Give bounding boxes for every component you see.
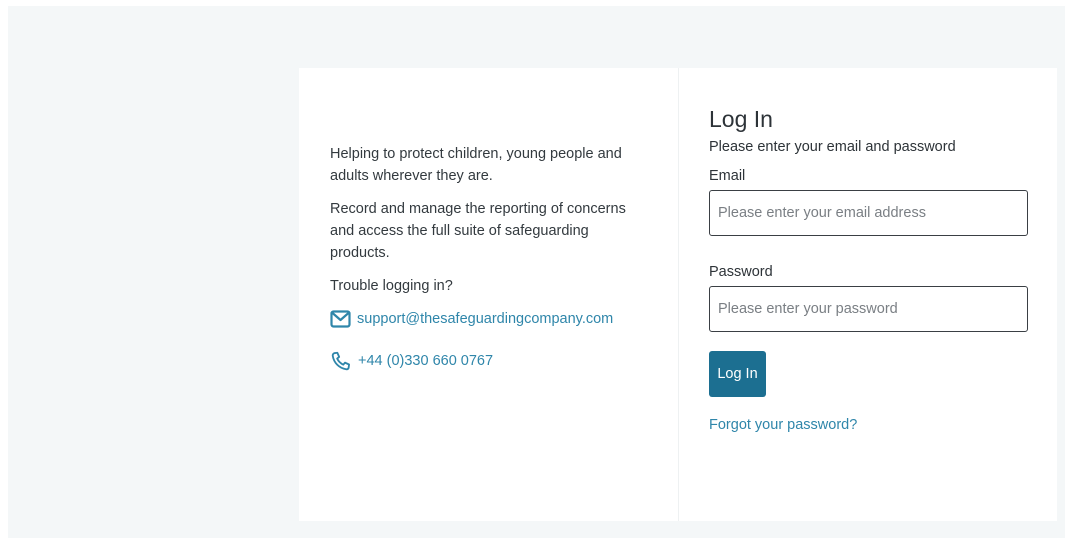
trouble-text: Trouble logging in? xyxy=(330,278,453,294)
login-subtitle: Please enter your email and password xyxy=(709,139,956,155)
email-field[interactable] xyxy=(709,190,1028,236)
support-email-text[interactable]: support@thesafeguardingcompany.com xyxy=(357,308,613,330)
description-text: Record and manage the reporting of conce… xyxy=(330,201,626,261)
password-label: Password xyxy=(709,264,773,280)
envelope-icon xyxy=(330,310,351,328)
card-divider xyxy=(678,68,679,521)
tagline-text: Helping to protect children, young peopl… xyxy=(330,146,622,184)
password-field[interactable] xyxy=(709,286,1028,332)
support-phone-text[interactable]: +44 (0)330 660 0767 xyxy=(358,350,493,372)
email-label: Email xyxy=(709,168,746,184)
forgot-password-link[interactable]: Forgot your password? xyxy=(709,417,1029,433)
support-email-link[interactable]: support@thesafeguardingcompany.com xyxy=(330,308,650,330)
info-panel: Helping to protect children, young peopl… xyxy=(330,143,650,392)
login-button[interactable]: Log In xyxy=(709,351,766,397)
login-title: Log In xyxy=(709,106,773,132)
phone-icon xyxy=(330,350,352,372)
login-card: Helping to protect children, young peopl… xyxy=(299,68,1057,521)
login-form: Log In Please enter your email and passw… xyxy=(709,104,1029,433)
support-phone-link[interactable]: +44 (0)330 660 0767 xyxy=(330,350,650,372)
